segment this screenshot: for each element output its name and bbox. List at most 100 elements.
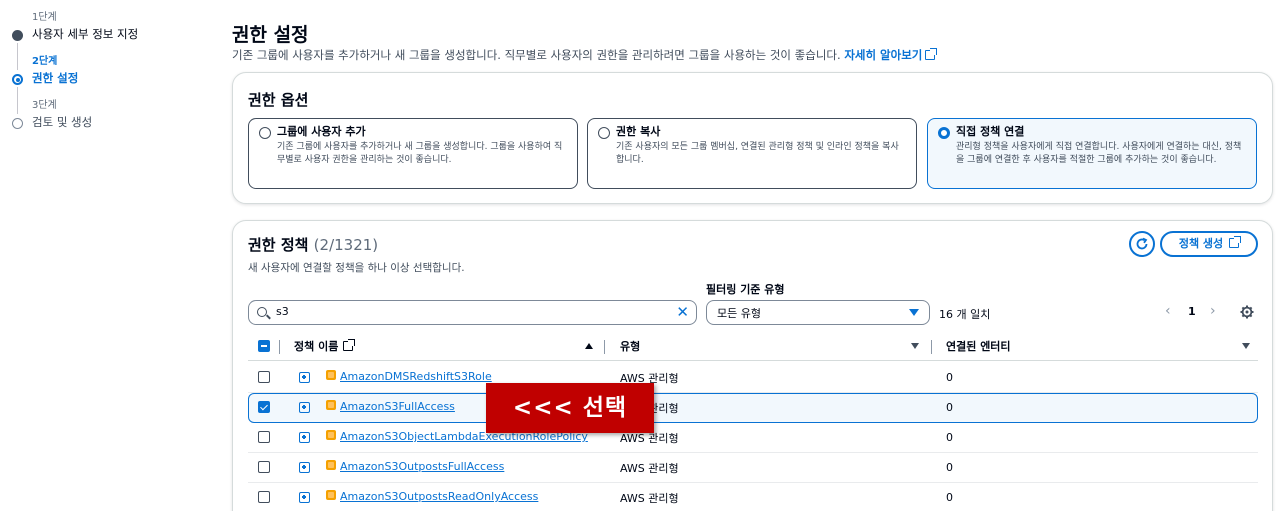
row-checkbox[interactable] — [258, 461, 270, 473]
wizard-steps: 1단계 사용자 세부 정보 지정 2단계 권한 설정 3단계 검토 및 생성 — [10, 12, 200, 144]
step-current-icon — [12, 74, 23, 85]
table-row[interactable]: AmazonDMSRedshiftS3Role AWS 관리형 0 — [248, 363, 1258, 393]
step-label: 검토 및 생성 — [32, 115, 93, 129]
row-checkbox-checked[interactable] — [258, 401, 270, 413]
filter-type-select[interactable]: 모든 유형 — [706, 300, 930, 325]
sort-icon[interactable] — [1242, 343, 1250, 349]
option-title: 직접 정책 연결 — [956, 125, 1025, 138]
column-header-label: 정책 이름 — [294, 340, 339, 353]
table-row[interactable]: AmazonS3ObjectLambdaExecutionRolePolicy … — [248, 423, 1258, 453]
table-row[interactable]: AmazonS3OutpostsReadOnlyAccess AWS 관리형 0 — [248, 483, 1258, 511]
policy-name-link[interactable]: AmazonDMSRedshiftS3Role — [340, 370, 492, 383]
radio-button[interactable] — [598, 127, 610, 139]
permission-policies-panel: 권한 정책 (2/1321) 새 사용자에 연결할 정책을 하나 이상 선택합니… — [232, 220, 1273, 511]
step-number: 3단계 — [32, 100, 57, 111]
aws-managed-policy-icon — [326, 370, 336, 380]
option-description: 관리형 정책을 사용자에게 직접 연결합니다. 사용자에게 연결하는 대신, 정… — [956, 142, 1242, 165]
policies-title-text: 권한 정책 — [248, 236, 309, 254]
policy-type: AWS 관리형 — [620, 492, 679, 505]
option-description: 기존 그룹에 사용자를 추가하거나 새 그룹을 생성합니다. 그룹을 사용하여 … — [277, 142, 563, 165]
search-value: s3 — [276, 305, 289, 318]
select-all-checkbox[interactable] — [258, 340, 270, 352]
option-add-to-group[interactable]: 그룹에 사용자 추가 기존 그룹에 사용자를 추가하거나 새 그룹을 생성합니다… — [248, 118, 578, 189]
settings-gear-icon[interactable] — [1239, 304, 1255, 320]
external-link-icon — [343, 339, 356, 351]
attached-entities-count: 0 — [946, 371, 953, 384]
refresh-button[interactable] — [1129, 231, 1155, 257]
permission-options-title: 권한 옵션 — [248, 91, 309, 109]
page-description: 기존 그룹에 사용자를 추가하거나 새 그룹을 생성합니다. 직무별로 사용자의… — [232, 47, 938, 63]
expand-icon[interactable] — [299, 432, 310, 443]
policy-name-link[interactable]: AmazonS3OutpostsReadOnlyAccess — [340, 490, 538, 503]
policy-search-input[interactable]: s3 ✕ — [248, 300, 697, 325]
aws-managed-policy-icon — [326, 490, 336, 500]
column-header-type[interactable]: 유형 — [620, 338, 640, 354]
expand-icon[interactable] — [299, 402, 310, 413]
filter-type-value: 모든 유형 — [717, 307, 761, 320]
table-row[interactable]: AmazonS3OutpostsFullAccess AWS 관리형 0 — [248, 453, 1258, 483]
external-link-icon — [925, 48, 938, 60]
permission-policies-title: 권한 정책 (2/1321) — [248, 234, 378, 255]
sort-ascending-icon[interactable] — [585, 343, 593, 349]
policy-name-link[interactable]: AmazonS3FullAccess — [340, 400, 455, 413]
step-number: 2단계 — [32, 56, 58, 67]
match-count: 16 개 일치 — [939, 308, 991, 321]
option-copy-permissions[interactable]: 권한 복사 기존 사용자의 모든 그룹 멤버십, 연결된 관리형 정책 및 인라… — [587, 118, 917, 189]
aws-managed-policy-icon — [326, 460, 336, 470]
step-complete-icon — [12, 30, 23, 41]
aws-managed-policy-icon — [326, 400, 336, 410]
policies-count: (2/1321) — [313, 236, 379, 254]
policy-type: AWS 관리형 — [620, 462, 679, 475]
permission-options-panel: 권한 옵션 그룹에 사용자 추가 기존 그룹에 사용자를 추가하거나 새 그룹을… — [232, 72, 1273, 204]
row-checkbox[interactable] — [258, 431, 270, 443]
option-attach-policies-directly[interactable]: 직접 정책 연결 관리형 정책을 사용자에게 직접 연결합니다. 사용자에게 연… — [927, 118, 1257, 189]
selection-annotation: <<< 선택 — [486, 383, 654, 433]
column-header-policy-name[interactable]: 정책 이름 — [294, 338, 356, 354]
page-title: 권한 설정 — [232, 24, 309, 46]
option-description: 기존 사용자의 모든 그룹 멤버십, 연결된 관리형 정책 및 인라인 정책을 … — [616, 142, 899, 165]
step-number: 1단계 — [32, 12, 57, 23]
step-1[interactable]: 1단계 사용자 세부 정보 지정 — [10, 12, 200, 70]
expand-icon[interactable] — [299, 372, 310, 383]
attached-entities-count: 0 — [946, 401, 953, 414]
attached-entities-count: 0 — [946, 461, 953, 474]
policy-name-link[interactable]: AmazonS3OutpostsFullAccess — [340, 460, 504, 473]
step-label: 권한 설정 — [32, 71, 79, 85]
step-label: 사용자 세부 정보 지정 — [32, 27, 139, 41]
column-separator — [279, 340, 280, 354]
learn-more-link[interactable]: 자세히 알아보기 — [844, 48, 938, 62]
create-policy-button[interactable]: 정책 생성 — [1160, 231, 1258, 257]
policy-table-header: 정책 이름 유형 연결된 엔터티 — [248, 336, 1258, 361]
attached-entities-count: 0 — [946, 491, 953, 504]
column-separator — [604, 340, 605, 354]
page-description-text: 기존 그룹에 사용자를 추가하거나 새 그룹을 생성합니다. 직무별로 사용자의… — [232, 48, 841, 62]
learn-more-label: 자세히 알아보기 — [844, 48, 923, 62]
page-number[interactable]: 1 — [1188, 305, 1196, 318]
column-header-attached-entities[interactable]: 연결된 엔터티 — [946, 338, 1011, 354]
step-2[interactable]: 2단계 권한 설정 — [10, 56, 200, 114]
external-link-icon — [1229, 236, 1242, 248]
table-row-selected[interactable]: AmazonS3FullAccess AWS 관리형 0 — [248, 393, 1258, 423]
option-title: 그룹에 사용자 추가 — [277, 125, 366, 138]
policies-description: 새 사용자에 연결할 정책을 하나 이상 선택합니다. — [248, 262, 465, 274]
aws-managed-policy-icon — [326, 430, 336, 440]
clear-search-icon[interactable]: ✕ — [676, 304, 689, 320]
row-checkbox[interactable] — [258, 371, 270, 383]
attached-entities-count: 0 — [946, 431, 953, 444]
filter-type-label: 필터링 기준 유형 — [706, 283, 785, 296]
option-title: 권한 복사 — [616, 125, 661, 138]
dropdown-caret-icon — [909, 309, 919, 316]
radio-button-selected[interactable] — [938, 127, 950, 139]
radio-button[interactable] — [259, 127, 271, 139]
step-3: 3단계 검토 및 생성 — [10, 100, 200, 144]
expand-icon[interactable] — [299, 462, 310, 473]
column-separator — [931, 340, 932, 354]
expand-icon[interactable] — [299, 492, 310, 503]
step-pending-icon — [12, 118, 23, 129]
refresh-icon — [1136, 237, 1148, 250]
create-policy-label: 정책 생성 — [1178, 237, 1224, 250]
prev-page-icon[interactable]: ‹ — [1165, 303, 1171, 319]
next-page-icon[interactable]: › — [1210, 303, 1216, 319]
row-checkbox[interactable] — [258, 491, 270, 503]
sort-icon[interactable] — [911, 343, 919, 349]
